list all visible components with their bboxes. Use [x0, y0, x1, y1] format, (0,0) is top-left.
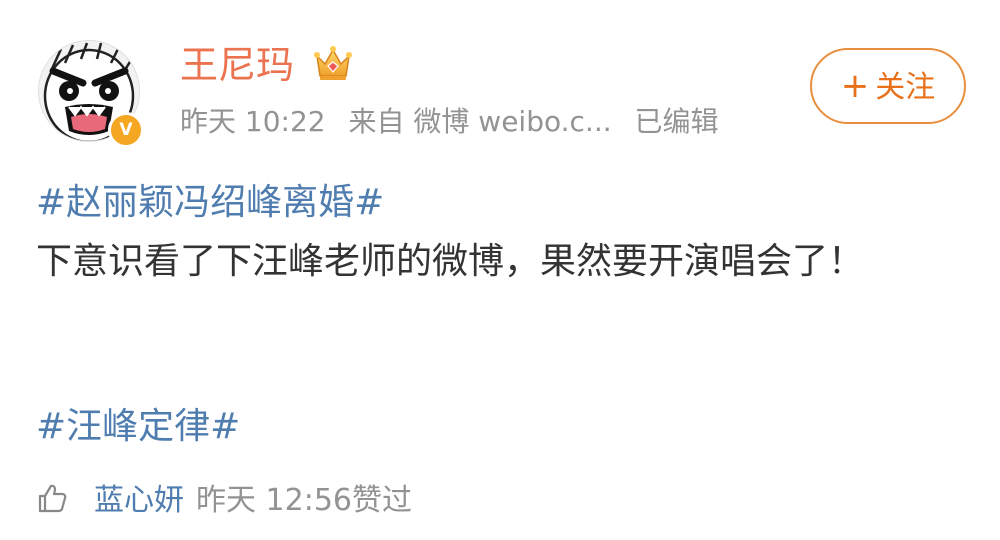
liker-name[interactable]: 蓝心妍: [94, 483, 184, 518]
avatar-container[interactable]: V: [38, 40, 148, 150]
thumbs-up-icon[interactable]: [36, 482, 68, 514]
edited-label[interactable]: 已编辑: [635, 105, 719, 138]
follow-label: 关注: [875, 70, 936, 105]
post-text: 下意识看了下汪峰老师的微博，果然要开演唱会了！: [36, 241, 865, 282]
like-row: 蓝心妍 昨天 12:56赞过: [36, 478, 412, 524]
hashtag-link-2[interactable]: #汪峰定律#: [36, 400, 240, 454]
post-content: #赵丽颖冯绍峰离婚# 下意识看了下汪峰老师的微博，果然要开演唱会了！: [36, 176, 936, 292]
plus-icon: +: [840, 66, 870, 106]
post-source[interactable]: 来自 微博 weibo.c...: [349, 105, 612, 138]
post-meta: 昨天 10:22 来自 微博 weibo.c... 已编辑: [180, 102, 719, 142]
post-time: 昨天 10:22: [180, 105, 326, 138]
verified-badge: V: [108, 112, 144, 148]
like-meta: 昨天 12:56赞过: [196, 483, 412, 518]
username[interactable]: 王尼玛: [180, 40, 294, 90]
crown-icon: [314, 46, 352, 80]
hashtag-link[interactable]: #赵丽颖冯绍峰离婚#: [36, 176, 384, 230]
follow-button[interactable]: + 关注: [810, 48, 966, 124]
